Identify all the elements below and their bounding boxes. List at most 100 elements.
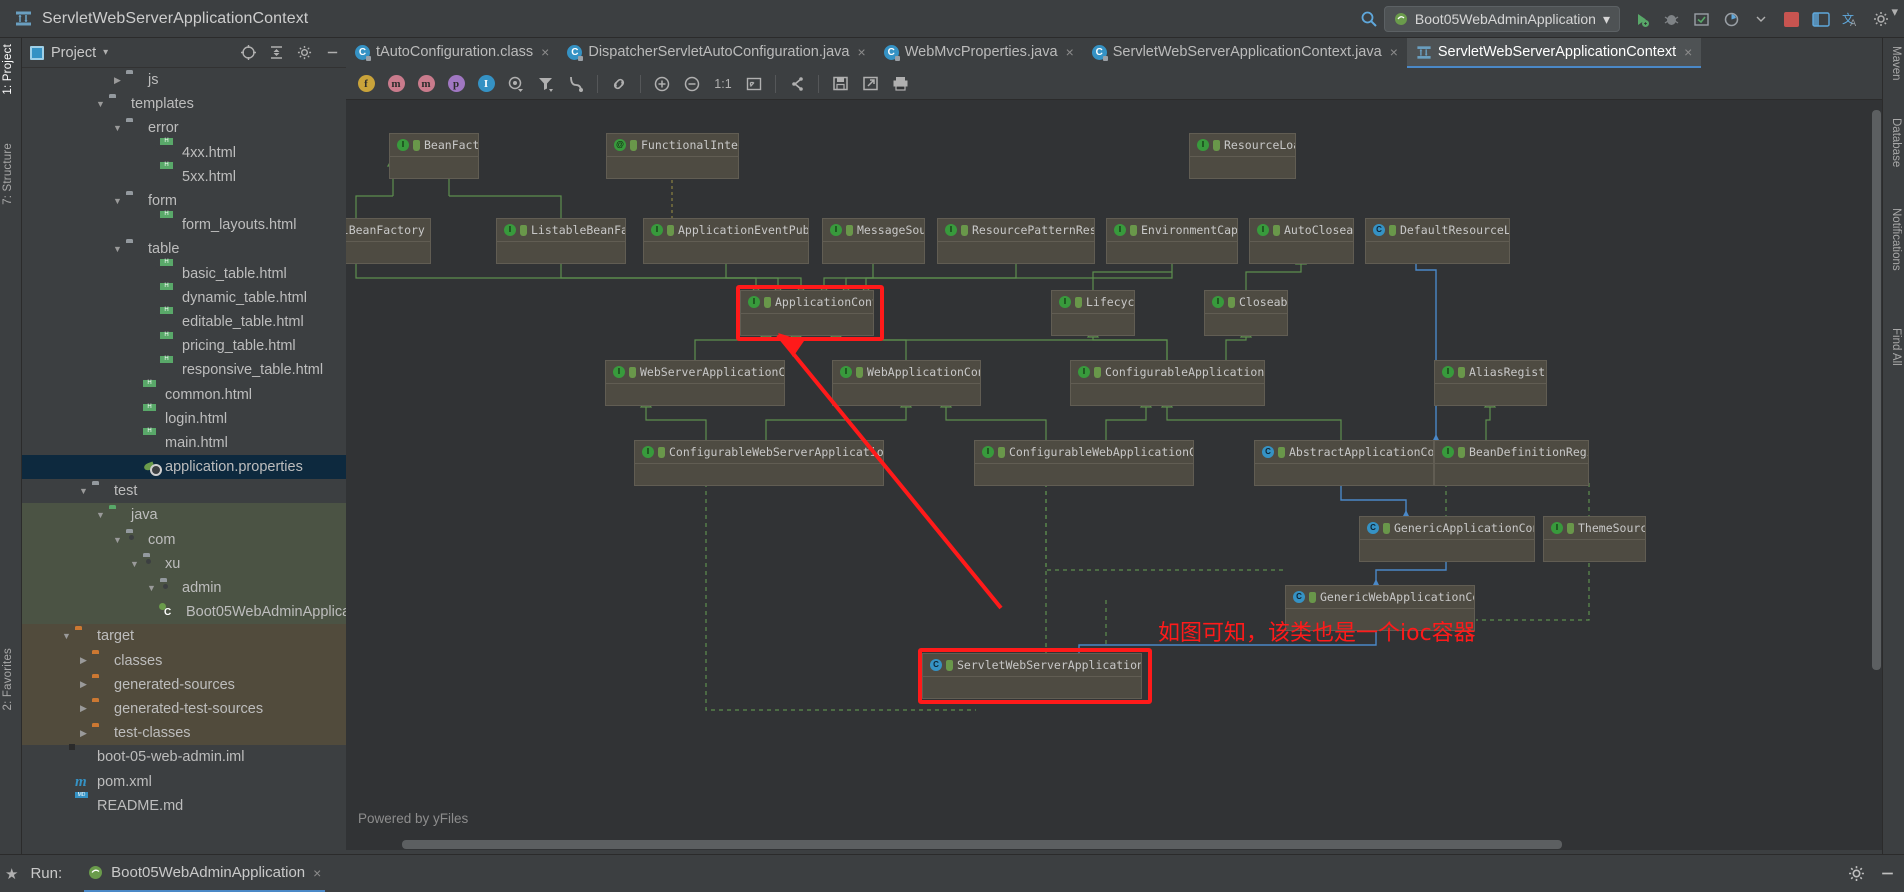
disclosure-triangle-icon[interactable]: ▼	[60, 631, 73, 641]
search-icon[interactable]	[1354, 4, 1384, 34]
sidebar-tab-database[interactable]: Database	[1890, 118, 1902, 167]
stop-button[interactable]	[1776, 4, 1806, 34]
tree-item-form[interactable]: ▼ form	[22, 189, 346, 213]
disclosure-triangle-icon[interactable]: ▶	[77, 655, 90, 666]
uml-node-BeanDefinitionRegistry[interactable]: I BeanDefinitionRegistry	[1434, 440, 1589, 486]
tree-item-js[interactable]: ▶ js	[22, 68, 346, 92]
uml-node-FunctionalInterface[interactable]: @ FunctionalInterface	[606, 133, 739, 179]
disclosure-triangle-icon[interactable]: ▶	[77, 679, 90, 690]
disclosure-triangle-icon[interactable]: ▶	[111, 75, 124, 86]
close-icon[interactable]: ×	[858, 44, 866, 60]
uml-node-HierarchicalBeanFactory[interactable]: IicalBeanFactory	[346, 218, 431, 264]
save-button[interactable]	[826, 71, 854, 97]
tree-item-error[interactable]: ▼ error	[22, 116, 346, 140]
hide-button[interactable]	[1879, 865, 1896, 882]
editor-tab-servletwebserverapplicationcontext-java[interactable]: C ServletWebServerApplicationContext.java…	[1083, 38, 1407, 68]
actual-size-button[interactable]: 1:1	[708, 71, 738, 97]
run-configuration-selector[interactable]: Boot05WebAdminApplication ▾	[1383, 6, 1620, 32]
tree-item-pom-xml[interactable]: m pom.xml	[22, 769, 346, 793]
uml-node-ConfigurableWebApplicationContext[interactable]: I ConfigurableWebApplicationContext	[974, 440, 1194, 486]
show-constructors-button[interactable]: m	[382, 71, 410, 97]
tree-item-main-html[interactable]: main.html	[22, 431, 346, 455]
close-icon[interactable]: ×	[1066, 44, 1074, 60]
layout-button[interactable]	[783, 71, 811, 97]
close-icon[interactable]: ×	[541, 44, 549, 60]
uml-node-ResourceLoader[interactable]: I ResourceLoader	[1189, 133, 1296, 179]
tree-item-4xx-html[interactable]: 4xx.html	[22, 141, 346, 165]
debug-button[interactable]	[1656, 4, 1686, 34]
locate-file-button[interactable]	[234, 40, 262, 66]
tree-item-test[interactable]: ▼ test	[22, 479, 346, 503]
tabs-overflow-button[interactable]: ▾	[1891, 4, 1898, 20]
uml-diagram-canvas[interactable]: I BeanFactory @ FunctionalInterface I Resourc…	[346, 100, 1882, 850]
tree-item-responsive-table-html[interactable]: responsive_table.html	[22, 358, 346, 382]
uml-node-AbstractApplicationContext[interactable]: C AbstractApplicationContext	[1254, 440, 1434, 486]
editor-tab-tautoconfiguration-class[interactable]: CtAutoConfiguration.class ×	[346, 38, 558, 68]
tree-item-login-html[interactable]: login.html	[22, 407, 346, 431]
show-methods-button[interactable]: m	[412, 71, 440, 97]
sidebar-tab-favorites[interactable]: 2: Favorites	[2, 648, 14, 710]
fit-content-button[interactable]	[740, 71, 768, 97]
canvas-horizontal-scrollbar-thumb[interactable]	[402, 840, 1562, 849]
uml-node-WebApplicationContext[interactable]: I WebApplicationContext	[832, 360, 981, 406]
uml-node-EnvironmentCapable[interactable]: I EnvironmentCapable	[1106, 218, 1238, 264]
uml-node-AutoCloseable[interactable]: I AutoCloseable	[1249, 218, 1354, 264]
tree-item-basic-table-html[interactable]: basic_table.html	[22, 262, 346, 286]
disclosure-triangle-icon[interactable]: ▼	[94, 99, 107, 109]
canvas-vertical-scrollbar-track[interactable]	[1871, 100, 1882, 840]
tree-item-dynamic-table-html[interactable]: dynamic_table.html	[22, 286, 346, 310]
uml-node-Lifecycle[interactable]: I Lifecycle	[1051, 290, 1135, 336]
disclosure-triangle-icon[interactable]: ▼	[111, 123, 124, 133]
tree-item-boot05webadminapplicationtests[interactable]: Boot05WebAdminApplicationTests	[22, 600, 346, 625]
tree-item-editable-table-html[interactable]: editable_table.html	[22, 310, 346, 334]
uml-node-ConfigurableApplicationContext[interactable]: I ConfigurableApplicationContext	[1070, 360, 1265, 406]
sidebar-tab-find-all[interactable]: Find All	[1890, 328, 1902, 366]
hide-tool-window-button[interactable]	[318, 40, 346, 66]
sidebar-tab-structure[interactable]: 7: Structure	[2, 143, 14, 205]
edges-layout-button[interactable]	[562, 71, 590, 97]
sidebar-tab-project[interactable]: 1: Project	[2, 44, 14, 95]
uml-node-ApplicationContext[interactable]: I ApplicationContext	[740, 290, 874, 336]
zoom-out-button[interactable]	[678, 71, 706, 97]
disclosure-triangle-icon[interactable]: ▼	[77, 486, 90, 496]
uml-node-ListableBeanFactory[interactable]: I ListableBeanFactory	[496, 218, 626, 264]
export-button[interactable]	[856, 71, 884, 97]
uml-node-BeanFactory[interactable]: I BeanFactory	[389, 133, 479, 179]
tree-item-application-properties[interactable]: application.properties	[22, 455, 346, 480]
uml-node-Closeable[interactable]: I Closeable	[1204, 290, 1288, 336]
tree-item-admin[interactable]: ▼ admin	[22, 575, 346, 601]
disclosure-triangle-icon[interactable]: ▼	[94, 510, 107, 520]
uml-node-ApplicationEventPublisher[interactable]: I ApplicationEventPublisher	[643, 218, 809, 264]
favorites-star-icon[interactable]: ★	[5, 865, 18, 883]
gear-icon[interactable]	[1848, 865, 1865, 882]
tree-item-test-classes[interactable]: ▶ test-classes	[22, 721, 346, 746]
tree-item-templates[interactable]: ▼ templates	[22, 92, 346, 116]
chevron-down-icon[interactable]	[1746, 4, 1776, 34]
canvas-horizontal-scrollbar-track[interactable]	[346, 839, 1882, 850]
gear-icon[interactable]	[290, 40, 318, 66]
sidebar-tab-maven[interactable]: Maven	[1890, 46, 1902, 81]
zoom-in-button[interactable]	[648, 71, 676, 97]
filter-button[interactable]	[532, 71, 560, 97]
disclosure-triangle-icon[interactable]: ▶	[77, 703, 90, 714]
uml-node-MessageSource[interactable]: I MessageSource	[822, 218, 925, 264]
tree-item-generated-test-sources[interactable]: ▶ generated-test-sources	[22, 696, 346, 722]
tree-item-5xx-html[interactable]: 5xx.html	[22, 165, 346, 189]
uml-node-ServletWebServerApplicationContext[interactable]: C ServletWebServerApplicationContext	[922, 653, 1142, 699]
tree-item-form-layouts-html[interactable]: form_layouts.html	[22, 213, 346, 237]
collapse-all-button[interactable]	[262, 40, 290, 66]
tree-item-generated-sources[interactable]: ▶ generated-sources	[22, 672, 346, 697]
show-fields-button[interactable]: f	[352, 71, 380, 97]
run-with-coverage-button[interactable]	[1686, 4, 1716, 34]
disclosure-triangle-icon[interactable]: ▼	[111, 244, 124, 254]
profiler-button[interactable]	[1716, 4, 1746, 34]
tree-item-table[interactable]: ▼ table	[22, 237, 346, 261]
tree-item-target[interactable]: ▼ target	[22, 624, 346, 649]
editor-tab-dispatcherservletautoconfiguration-java[interactable]: C DispatcherServletAutoConfiguration.java…	[558, 38, 874, 68]
translate-button[interactable]: 文A	[1836, 4, 1866, 34]
close-icon[interactable]: ×	[1684, 44, 1692, 60]
change-visibility-level-button[interactable]	[502, 71, 530, 97]
canvas-vertical-scrollbar-thumb[interactable]	[1872, 110, 1881, 670]
uml-node-ResourcePatternResolver[interactable]: I ResourcePatternResolver	[937, 218, 1095, 264]
updates-button[interactable]	[1806, 4, 1836, 34]
